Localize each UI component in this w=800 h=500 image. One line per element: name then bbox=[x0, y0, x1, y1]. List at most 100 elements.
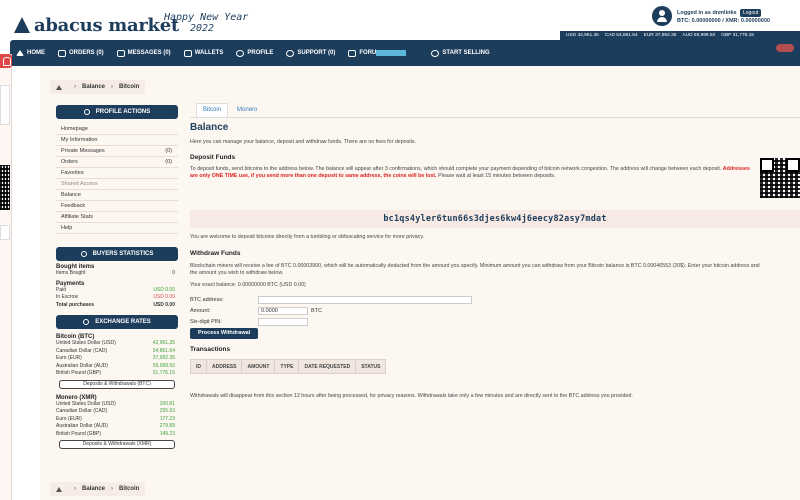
sidebar-item-balance[interactable]: Balance bbox=[56, 190, 178, 201]
profile-actions-title: PROFILE ACTIONS bbox=[95, 109, 151, 115]
nav-start-selling-label: START SELLING bbox=[442, 50, 490, 56]
xmr-rate-value: 177.23 bbox=[159, 415, 175, 422]
btc-address-input[interactable] bbox=[258, 296, 472, 304]
nav-messages[interactable]: MESSAGES (0) bbox=[116, 49, 171, 57]
profile-actions-header: PROFILE ACTIONS bbox=[56, 105, 178, 119]
home-icon[interactable] bbox=[56, 486, 62, 492]
pin-input[interactable] bbox=[258, 318, 308, 326]
breadcrumb-balance[interactable]: Balance bbox=[82, 486, 105, 492]
rate-cad: CAD 54,861.64 bbox=[604, 33, 638, 38]
items-bought-row: Items Bought 0 bbox=[56, 270, 178, 278]
buyers-statistics-header: BUYERS STATISTICS bbox=[56, 247, 178, 261]
col-status[interactable]: STATUS bbox=[355, 359, 387, 374]
nav-home[interactable]: HOME bbox=[16, 50, 45, 56]
btc-deposits-withdrawals-button[interactable]: Deposits & Withdrawals (BTC) bbox=[59, 379, 175, 389]
buyers-statistics-title: BUYERS STATISTICS bbox=[92, 251, 154, 257]
btc-rate-label: Australian Dollar (AUD) bbox=[56, 362, 108, 369]
sidebar-item-private-messages[interactable]: Private Messages (0) bbox=[56, 146, 178, 157]
greeting-line-1: Happy New Year bbox=[164, 12, 249, 23]
paid-value: USD 0.00 bbox=[153, 286, 175, 293]
btc-rate-label: British Pound (GBP) bbox=[56, 370, 102, 376]
tumbler-note: You are welcome to deposit bitcoins dire… bbox=[190, 234, 425, 240]
wallet-icon bbox=[183, 49, 192, 57]
breadcrumb-bottom: › Balance › Bitcoin bbox=[50, 482, 146, 496]
notification-bell-icon[interactable] bbox=[0, 54, 12, 68]
total-label: Total purchases bbox=[56, 301, 94, 308]
logout-button[interactable]: Logout bbox=[740, 9, 762, 17]
separator-icon: › bbox=[74, 486, 76, 492]
edge-panel-2 bbox=[0, 225, 10, 240]
sidebar-item-orders[interactable]: Orders (0) bbox=[56, 157, 178, 168]
col-date-requested[interactable]: DATE REQUESTED bbox=[298, 359, 357, 374]
sidebar-item-help[interactable]: Help bbox=[56, 223, 178, 234]
col-type[interactable]: TYPE bbox=[274, 359, 300, 374]
sidebar: PROFILE ACTIONS Homepage My Information … bbox=[56, 105, 178, 449]
process-withdrawal-button[interactable]: Process Withdrawal bbox=[190, 328, 259, 339]
xmr-rate-row: British Pound (GBP) 149.23 bbox=[56, 431, 178, 439]
cart-icon bbox=[58, 49, 66, 57]
nav-support[interactable]: SUPPORT (0) bbox=[286, 49, 335, 57]
intro-text: Here you can manage your balance, deposi… bbox=[190, 139, 417, 145]
col-address[interactable]: ADDRESS bbox=[205, 359, 243, 374]
home-icon[interactable] bbox=[56, 84, 62, 90]
breadcrumb-balance[interactable]: Balance bbox=[82, 84, 105, 90]
sidebar-item-label: Shared Access bbox=[61, 181, 98, 187]
sidebar-item-label: Orders bbox=[61, 159, 78, 165]
sidebar-item-shared-access[interactable]: Shared Access bbox=[56, 179, 178, 190]
sidebar-item-count: (0) bbox=[165, 159, 172, 165]
xmr-rate-value: 149.23 bbox=[159, 430, 175, 437]
greeting-line-2: 2022 bbox=[190, 23, 215, 34]
sidebar-item-homepage[interactable]: Homepage bbox=[56, 124, 178, 135]
paid-row: Paid USD 0.00 bbox=[56, 287, 178, 295]
col-id[interactable]: ID bbox=[190, 359, 207, 374]
separator-icon: › bbox=[111, 486, 114, 492]
nav-wallets[interactable]: WALLETS bbox=[183, 49, 223, 57]
escrow-value: USD 0.00 bbox=[153, 294, 175, 300]
sidebar-item-label: Feedback bbox=[61, 203, 86, 209]
withdraw-title: Withdraw Funds bbox=[190, 250, 241, 257]
col-amount[interactable]: AMOUNT bbox=[241, 359, 276, 374]
breadcrumb-bitcoin[interactable]: Bitcoin bbox=[119, 486, 139, 492]
xmr-rate-row: Canadian Dollar (CAD) 255.93 bbox=[56, 408, 178, 416]
items-bought-value: 0 bbox=[172, 270, 175, 276]
items-bought-label: Items Bought bbox=[56, 270, 86, 276]
exchange-rates-header: EXCHANGE RATES bbox=[56, 315, 178, 329]
sidebar-item-count: (0) bbox=[165, 148, 172, 154]
sidebar-item-feedback[interactable]: Feedback bbox=[56, 201, 178, 212]
nav-start-selling[interactable]: START SELLING bbox=[431, 49, 490, 57]
tab-bitcoin[interactable]: Bitcoin bbox=[196, 103, 229, 117]
xmr-rate-label: British Pound (GBP) bbox=[56, 430, 102, 437]
deposit-address[interactable]: bc1qs4yler6tun66s3djes6kw4j6eecy82asy7md… bbox=[383, 214, 606, 224]
deposit-qr-code-icon bbox=[760, 158, 800, 198]
nav-orders-label: ORDERS (0) bbox=[69, 50, 104, 56]
pin-label: Six-digit PIN: bbox=[190, 319, 222, 325]
deposit-address-box: bc1qs4yler6tun66s3djes6kw4j6eecy82asy7md… bbox=[190, 210, 800, 228]
exact-balance: Your exact balance: 0.00000000 BTC (USD … bbox=[190, 282, 306, 288]
breadcrumb-bitcoin[interactable]: Bitcoin bbox=[119, 84, 139, 90]
xmr-rate-value: 200.81 bbox=[159, 400, 175, 407]
nav-orders[interactable]: ORDERS (0) bbox=[58, 49, 104, 57]
btc-rate-label: United States Dollar (USD) bbox=[56, 340, 116, 346]
transactions-table: ID ADDRESS AMOUNT TYPE DATE REQUESTED ST… bbox=[190, 359, 387, 374]
deposit-title: Deposit Funds bbox=[190, 154, 236, 161]
sidebar-item-my-information[interactable]: My Information bbox=[56, 135, 178, 146]
amount-row: Amount: 0.0000 BTC bbox=[190, 307, 322, 315]
tab-monero[interactable]: Monero bbox=[230, 103, 264, 117]
logo-text: abacus market bbox=[34, 14, 179, 36]
nav-profile[interactable]: PROFILE bbox=[236, 49, 273, 57]
rate-aud: AUD 59,999.50 bbox=[682, 33, 716, 38]
amount-input[interactable]: 0.0000 bbox=[258, 307, 308, 315]
rate-gbp: GBP 31,776.15 bbox=[721, 33, 754, 38]
nav-messages-label: MESSAGES (0) bbox=[127, 50, 171, 56]
withdrawals-footer-note: Withdrawals will disappear from this sec… bbox=[190, 393, 633, 399]
sidebar-item-affiliate-stats[interactable]: Affiliate Stats bbox=[56, 212, 178, 223]
nav-alert-badge[interactable] bbox=[776, 44, 794, 52]
escrow-row: In Escrow USD 0.00 bbox=[56, 294, 178, 302]
sidebar-item-favorites[interactable]: Favorites bbox=[56, 168, 178, 179]
user-avatar-icon[interactable] bbox=[652, 6, 672, 26]
xmr-deposits-withdrawals-button[interactable]: Deposits & Withdrawals (XMR) bbox=[59, 440, 175, 449]
nav-forum[interactable]: FORU bbox=[348, 49, 418, 57]
chart-icon bbox=[80, 251, 87, 257]
user-box: Logged in as dnmlinks Logout BTC: 0.0000… bbox=[650, 4, 800, 26]
site-logo[interactable]: abacus market bbox=[14, 14, 179, 36]
